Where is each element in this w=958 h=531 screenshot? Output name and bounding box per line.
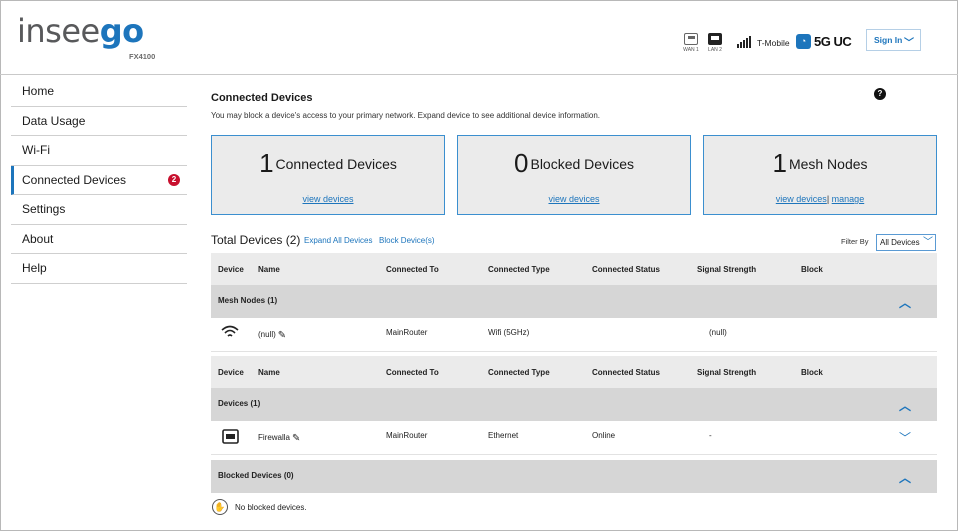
chevron-up-icon[interactable]: ︿: [899, 397, 911, 414]
table-row[interactable]: Firewalla ✎ MainRouter Ethernet Online - …: [211, 421, 937, 453]
divider: [211, 454, 937, 455]
view-mesh-devices-link[interactable]: view devices: [776, 194, 827, 204]
connected-label: Connected Devices: [275, 156, 397, 172]
col-name: Name: [258, 265, 280, 274]
sidebar-item-connected-devices[interactable]: Connected Devices 2: [11, 165, 187, 195]
connected-type-value: Ethernet: [488, 431, 519, 440]
divider: [211, 351, 937, 352]
lan-port-status: LAN 2: [706, 33, 724, 53]
col-name: Name: [258, 368, 280, 377]
devices-group-title: Devices (1): [218, 399, 261, 408]
view-blocked-devices-link[interactable]: view devices: [548, 194, 599, 204]
chevron-up-icon[interactable]: ︿: [899, 294, 911, 311]
col-connected-type: Connected Type: [488, 368, 550, 377]
page-title: Connected Devices: [211, 92, 313, 104]
chevron-up-icon[interactable]: ︿: [899, 469, 911, 486]
ethernet-icon: [222, 429, 239, 446]
chevron-down-icon: ﹀: [923, 237, 933, 248]
top-header: inseego FX4100 WAN 1 LAN 2 T-Mobile ◔ 5G…: [0, 0, 958, 75]
mesh-count: 1: [772, 148, 787, 178]
page-description: You may block a device's access to your …: [211, 111, 600, 120]
col-device: Device: [218, 265, 244, 274]
edit-pencil-icon[interactable]: ✎: [278, 330, 286, 341]
signal-bars-icon: [737, 34, 751, 48]
carrier-name: T-Mobile: [757, 38, 790, 48]
edit-pencil-icon[interactable]: ✎: [292, 433, 300, 444]
blocked-count: 0: [514, 148, 529, 178]
network-icon: ◔: [796, 34, 811, 49]
notification-badge: 2: [168, 173, 180, 186]
connected-count: 1: [259, 148, 274, 178]
sidebar-item-settings[interactable]: Settings: [11, 195, 187, 225]
total-devices-title: Total Devices (2): [211, 233, 301, 247]
signal-strength-value: -: [709, 431, 712, 440]
sidebar-item-help[interactable]: Help: [11, 254, 187, 284]
network-type: ◔ 5G UC: [796, 34, 852, 49]
chevron-down-icon[interactable]: ﹀: [899, 429, 911, 446]
view-connected-devices-link[interactable]: view devices: [302, 194, 353, 204]
device-name: Firewalla ✎: [258, 433, 301, 444]
col-connected-to: Connected To: [386, 368, 439, 377]
table-row[interactable]: (null) ✎ MainRouter Wifi (5GHz) (null): [211, 318, 937, 350]
col-connected-status: Connected Status: [592, 265, 661, 274]
col-connected-to: Connected To: [386, 265, 439, 274]
mesh-nodes-card: 1 Mesh Nodes view devices| manage: [703, 135, 937, 215]
network-label: 5G UC: [814, 34, 852, 49]
table-header: Device Name Connected To Connected Type …: [211, 356, 937, 388]
expand-all-devices-link[interactable]: Expand All Devices: [304, 236, 372, 245]
blocked-devices-group-header[interactable]: Blocked Devices (0) ︿: [211, 460, 937, 493]
connected-to-value: MainRouter: [386, 328, 428, 337]
no-blocked-devices-message: No blocked devices.: [235, 503, 307, 512]
wan-port-status: WAN 1: [682, 33, 700, 53]
lan-label: LAN 2: [708, 47, 722, 53]
devices-group-header[interactable]: Devices (1) ︿: [211, 388, 937, 421]
blocked-label: Blocked Devices: [530, 156, 634, 172]
device-name: (null) ✎: [258, 330, 287, 341]
filter-select[interactable]: All Devices ﹀: [876, 234, 936, 251]
filter-value: All Devices: [880, 238, 920, 247]
wan-label: WAN 1: [683, 47, 699, 53]
inseego-logo[interactable]: inseego: [17, 12, 144, 50]
col-signal-strength: Signal Strength: [697, 368, 757, 377]
hand-stop-icon: ✋: [212, 499, 228, 515]
blocked-group-title: Blocked Devices (0): [218, 471, 294, 480]
blocked-devices-card: 0 Blocked Devices view devices: [457, 135, 691, 215]
table-header: Device Name Connected To Connected Type …: [211, 253, 937, 285]
signal-strength-value: (null): [709, 328, 727, 337]
chevron-down-icon: ﹀: [904, 38, 914, 49]
col-connected-status: Connected Status: [592, 368, 661, 377]
sidebar-item-about[interactable]: About: [11, 225, 187, 254]
sidebar-item-home[interactable]: Home: [11, 77, 187, 107]
col-block: Block: [801, 265, 823, 274]
filter-label: Filter By: [841, 237, 869, 246]
sidebar-item-data-usage[interactable]: Data Usage: [11, 107, 187, 136]
sidebar-item-wifi[interactable]: Wi-Fi: [11, 136, 187, 166]
mesh-label: Mesh Nodes: [788, 156, 868, 172]
mesh-group-title: Mesh Nodes (1): [218, 296, 278, 305]
block-devices-link[interactable]: Block Device(s): [379, 236, 435, 245]
col-connected-type: Connected Type: [488, 265, 550, 274]
lan-port-icon: [708, 33, 722, 45]
sign-in-label: Sign In: [874, 35, 903, 45]
connected-devices-card: 1 Connected Devices view devices: [211, 135, 445, 215]
connected-status-value: Online: [592, 431, 616, 440]
connected-type-value: Wifi (5GHz): [488, 328, 530, 337]
col-block: Block: [801, 368, 823, 377]
sidebar-nav: Home Data Usage Wi-Fi Connected Devices …: [11, 77, 187, 284]
manage-mesh-link[interactable]: manage: [832, 194, 865, 204]
model-label: FX4100: [129, 52, 156, 61]
col-signal-strength: Signal Strength: [697, 265, 757, 274]
link-separator: |: [826, 194, 830, 204]
wan-port-icon: [684, 33, 698, 45]
mesh-nodes-group-header[interactable]: Mesh Nodes (1) ︿: [211, 285, 937, 318]
wifi-icon: [220, 324, 240, 342]
help-icon[interactable]: ?: [874, 88, 886, 100]
connected-to-value: MainRouter: [386, 431, 428, 440]
col-device: Device: [218, 368, 244, 377]
sign-in-button[interactable]: Sign In ﹀: [866, 29, 921, 51]
